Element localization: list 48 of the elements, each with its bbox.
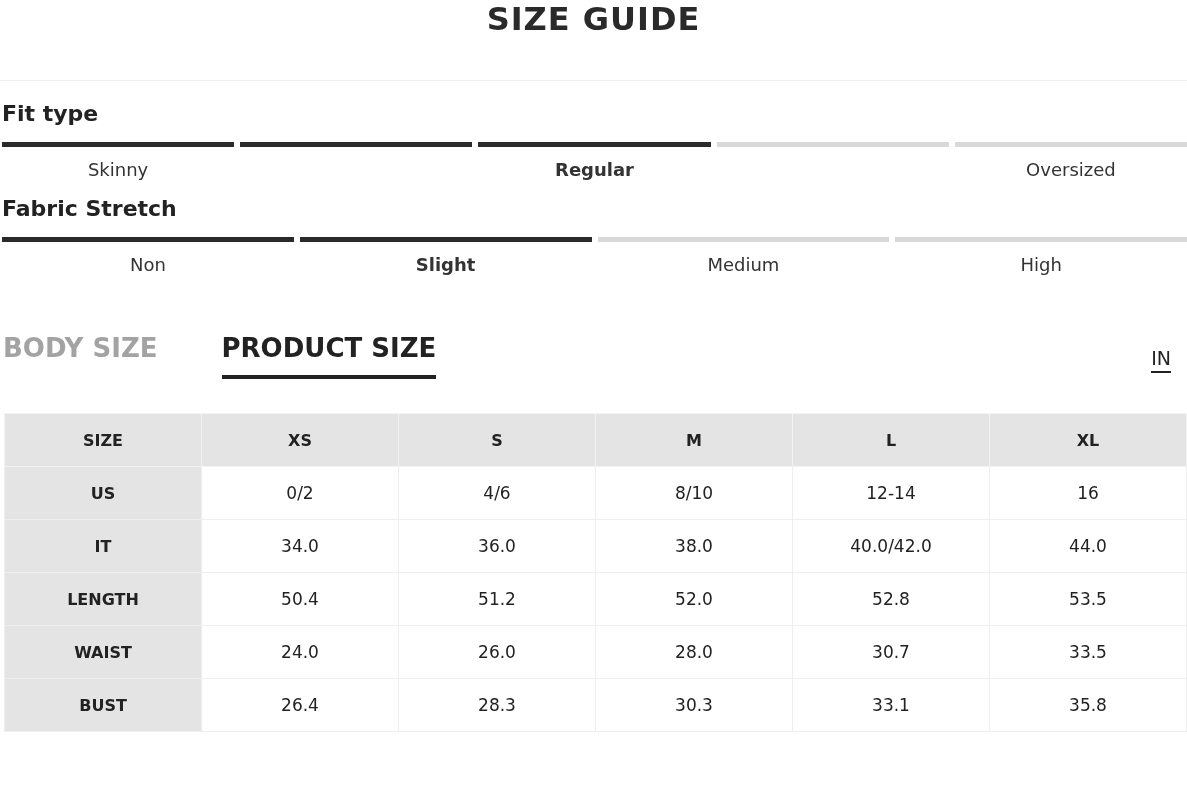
table-cell: 40.0/42.0 bbox=[792, 519, 990, 573]
table-cell: 16 bbox=[989, 466, 1187, 520]
scale-label: Skinny bbox=[87, 159, 149, 180]
table-cell: 33.1 bbox=[792, 678, 990, 732]
table-cell: 51.2 bbox=[398, 572, 596, 626]
column-header: M bbox=[595, 413, 793, 467]
table-cell: 52.8 bbox=[792, 572, 990, 626]
scale-label: Slight bbox=[415, 254, 476, 275]
column-header: S bbox=[398, 413, 596, 467]
scale-heading: Fabric Stretch bbox=[2, 195, 178, 223]
column-header: XL bbox=[989, 413, 1187, 467]
row-header: LENGTH bbox=[4, 572, 202, 626]
row-header: BUST bbox=[4, 678, 202, 732]
table-cell: 34.0 bbox=[201, 519, 399, 573]
table-cell: 0/2 bbox=[201, 466, 399, 520]
scale-label: High bbox=[1020, 254, 1062, 275]
size-tab[interactable]: PRODUCT SIZE bbox=[221, 333, 437, 379]
table-cell: 30.3 bbox=[595, 678, 793, 732]
table-cell: 52.0 bbox=[595, 572, 793, 626]
unit-link[interactable]: IN bbox=[1151, 347, 1171, 373]
table-cell: 28.0 bbox=[595, 625, 793, 679]
table-cell: 35.8 bbox=[989, 678, 1187, 732]
table-cell: 8/10 bbox=[595, 466, 793, 520]
column-header: XS bbox=[201, 413, 399, 467]
table-cell: 53.5 bbox=[989, 572, 1187, 626]
table-cell: 12-14 bbox=[792, 466, 990, 520]
row-header: IT bbox=[4, 519, 202, 573]
scale-label: Regular bbox=[555, 159, 634, 180]
table-cell: 44.0 bbox=[989, 519, 1187, 573]
row-header: WAIST bbox=[4, 625, 202, 679]
table-cell: 30.7 bbox=[792, 625, 990, 679]
scale-label: Oversized bbox=[1026, 159, 1116, 180]
table-cell: 4/6 bbox=[398, 466, 596, 520]
column-header: SIZE bbox=[4, 413, 202, 467]
page-title: SIZE GUIDE bbox=[485, 0, 702, 38]
table-cell: 36.0 bbox=[398, 519, 596, 573]
table-cell: 26.4 bbox=[201, 678, 399, 732]
column-header: L bbox=[792, 413, 990, 467]
table-cell: 38.0 bbox=[595, 519, 793, 573]
table-cell: 50.4 bbox=[201, 572, 399, 626]
scale-label: Medium bbox=[707, 254, 780, 275]
table-cell: 28.3 bbox=[398, 678, 596, 732]
scale-heading: Fit type bbox=[2, 100, 100, 128]
table-cell: 26.0 bbox=[398, 625, 596, 679]
row-header: US bbox=[4, 466, 202, 520]
table-cell: 24.0 bbox=[201, 625, 399, 679]
scale-label: Non bbox=[129, 254, 166, 275]
table-cell: 33.5 bbox=[989, 625, 1187, 679]
